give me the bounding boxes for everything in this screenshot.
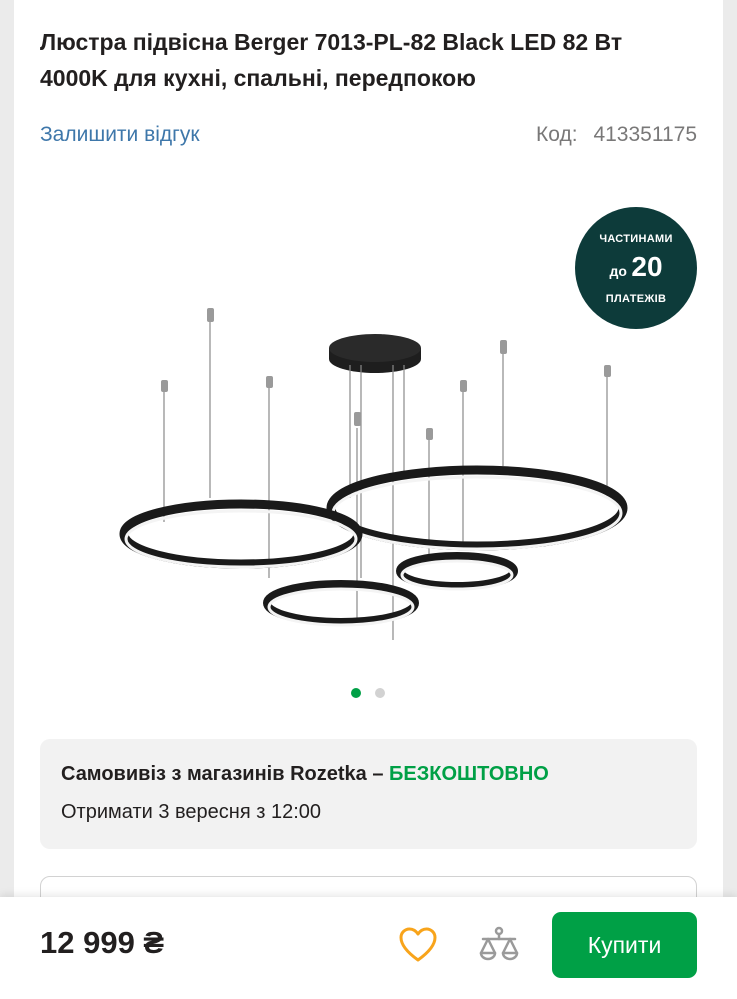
gallery-pagination bbox=[351, 688, 385, 698]
badge-line-2-small: до bbox=[609, 263, 627, 279]
gallery-dot-2[interactable] bbox=[375, 688, 385, 698]
badge-line-2-big: 20 bbox=[631, 251, 663, 282]
badge-line-1: ЧАСТИНАМИ bbox=[599, 233, 673, 245]
product-card: Люстра підвісна Berger 7013-PL-82 Black … bbox=[14, 0, 723, 999]
pickup-date: Отримати 3 вересня з 12:00 bbox=[61, 801, 321, 823]
scales-icon[interactable] bbox=[478, 925, 520, 965]
pickup-free-label: БЕЗКОШТОВНО bbox=[389, 763, 549, 785]
pickup-info: Самовивіз з магазинів Rozetka – БЕЗКОШТО… bbox=[40, 739, 697, 849]
product-code-label: Код: bbox=[536, 123, 578, 146]
product-code: Код: 413351175 bbox=[536, 123, 697, 147]
sticky-buy-bar: 12 999 ₴ Купити bbox=[0, 897, 737, 999]
installment-badge[interactable]: ЧАСТИНАМИ до 20 ПЛАТЕЖІВ bbox=[575, 207, 697, 329]
heart-icon[interactable] bbox=[399, 927, 437, 963]
badge-line-3: ПЛАТЕЖІВ bbox=[605, 293, 667, 305]
pickup-title-text: Самовивіз з магазинів Rozetka – bbox=[61, 763, 384, 785]
gallery-dot-1[interactable] bbox=[351, 688, 361, 698]
product-code-value: 413351175 bbox=[593, 123, 697, 146]
leave-review-link[interactable]: Залишити відгук bbox=[40, 123, 200, 147]
badge-line-2: до 20 bbox=[575, 251, 697, 283]
product-title: Люстра підвісна Berger 7013-PL-82 Black … bbox=[40, 29, 623, 91]
pickup-title: Самовивіз з магазинів Rozetka – БЕЗКОШТО… bbox=[61, 763, 549, 786]
product-price: 12 999 ₴ bbox=[40, 925, 165, 960]
buy-button[interactable]: Купити bbox=[552, 912, 697, 978]
